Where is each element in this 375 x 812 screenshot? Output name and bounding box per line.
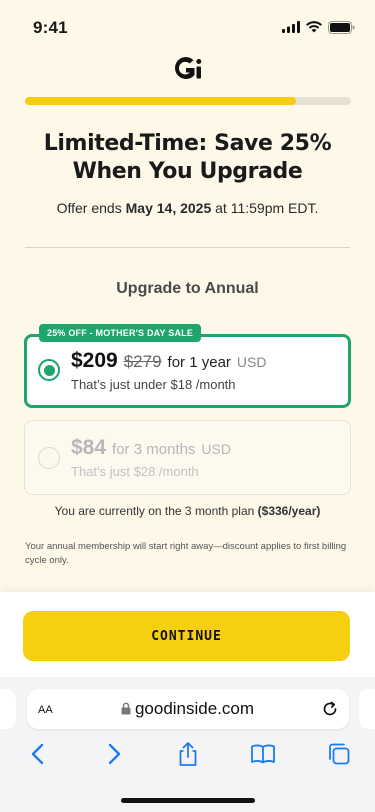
offer-prefix: Offer ends [56,200,122,216]
signal-icon [282,21,300,33]
radio-annual-selected[interactable] [38,359,60,381]
battery-icon [328,20,355,34]
3m-term: for 3 months [112,441,196,458]
lock-icon [121,702,131,715]
title-line-2: When You Upgrade [72,159,303,184]
tabs-icon[interactable] [326,741,352,767]
forward-icon[interactable] [100,741,126,767]
sale-badge: 25% OFF - MOTHER'S DAY SALE [39,324,202,342]
progress-fill [25,97,296,105]
progress-bar [25,97,351,105]
3m-price: $84 [71,436,107,459]
annual-subline: That’s just under $18 /month [71,377,236,392]
offer-deadline: Offer ends May 14, 2025 at 11:59pm EDT. [0,200,375,216]
status-time: 9:41 [33,18,68,37]
annual-term: for 1 year [167,354,231,371]
bookmarks-icon[interactable] [250,741,276,767]
3m-price-row: $84 for 3 months USD [71,436,231,460]
annual-price-row: $209 $279 for 1 year USD [71,349,266,373]
reload-icon[interactable] [321,700,339,718]
offer-suffix: at 11:59pm EDT. [215,200,319,216]
3m-currency: USD [201,441,231,457]
annual-old-price: $279 [123,352,162,371]
section-title: Upgrade to Annual [116,280,259,297]
annual-currency: USD [236,354,267,370]
logo-icon [175,57,202,79]
home-indicator [121,798,255,803]
url-text: goodinside.com [134,699,255,718]
current-plan-note: You are currently on the 3 month plan ($… [0,504,375,518]
page-title: Limited-Time: Save 25% When You Upgrade [0,130,375,186]
back-icon[interactable] [26,741,52,767]
continue-button[interactable]: CONTINUE [23,611,350,661]
url-display[interactable]: goodinside.com [0,699,375,719]
status-icons [282,20,355,34]
divider [25,247,350,248]
3m-subline: That’s just $28 /month [71,464,199,479]
title-line-1: Limited-Time: Save 25% [43,131,332,156]
current-plan-price: ($336/year) [257,504,321,518]
disclaimer: Your annual membership will start right … [25,541,347,566]
offer-date: May 14, 2025 [125,200,212,216]
radio-3-months[interactable] [38,447,60,469]
annual-price: $209 [71,349,118,372]
share-icon[interactable] [175,741,201,767]
current-plan-text: You are currently on the 3 month plan [54,504,255,518]
wifi-icon [306,21,322,33]
